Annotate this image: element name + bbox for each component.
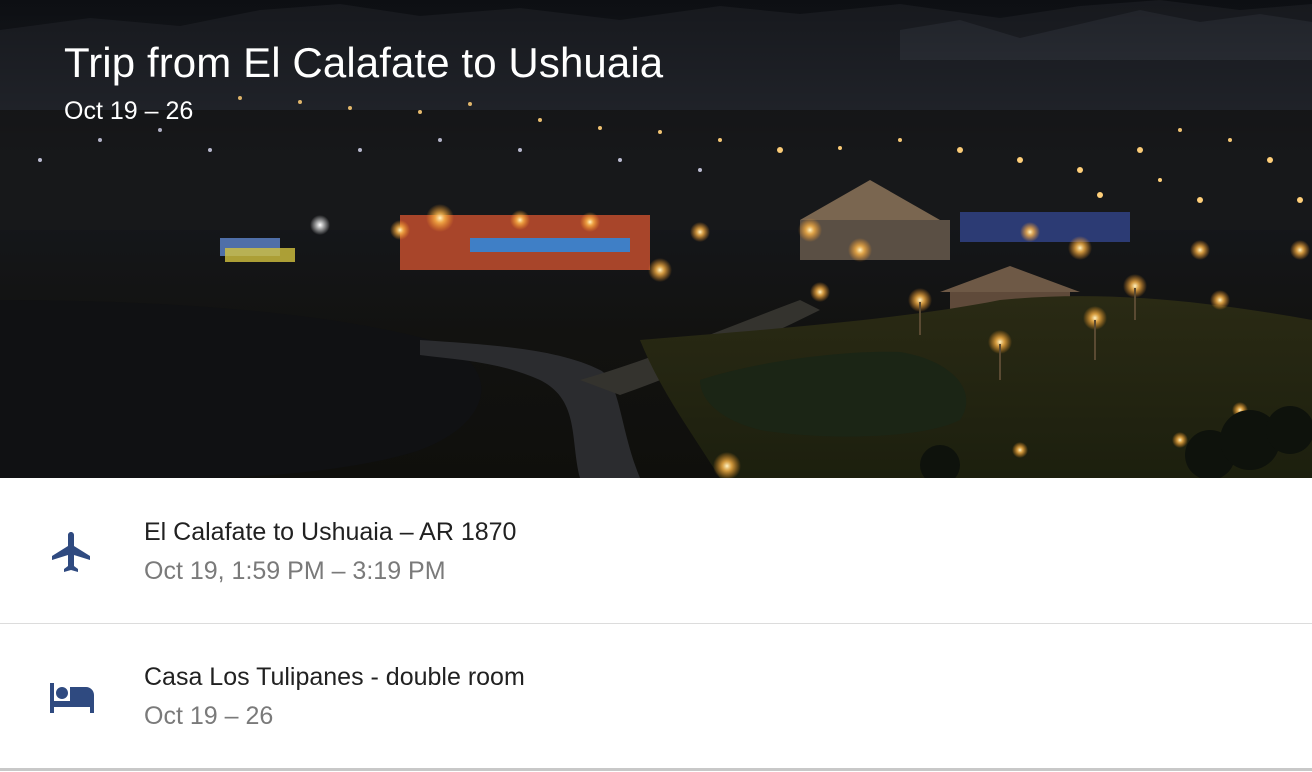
airplane-icon — [52, 532, 90, 572]
itinerary-item-flight[interactable]: El Calafate to Ushuaia – AR 1870 Oct 19,… — [0, 479, 1312, 624]
trip-hero[interactable]: Trip from El Calafate to Ushuaia Oct 19 … — [0, 0, 1312, 478]
trip-dates: Oct 19 – 26 — [64, 97, 194, 125]
itinerary-item-hotel[interactable]: Casa Los Tulipanes - double room Oct 19 … — [0, 624, 1312, 771]
hotel-title: Casa Los Tulipanes - double room — [144, 663, 525, 691]
trip-title: Trip from El Calafate to Ushuaia — [64, 39, 664, 86]
hotel-bed-icon — [50, 683, 94, 713]
flight-title: El Calafate to Ushuaia – AR 1870 — [144, 518, 517, 546]
hotel-dates: Oct 19 – 26 — [144, 702, 274, 730]
trip-card: Trip from El Calafate to Ushuaia Oct 19 … — [0, 0, 1312, 772]
flight-time: Oct 19, 1:59 PM – 3:19 PM — [144, 557, 446, 585]
